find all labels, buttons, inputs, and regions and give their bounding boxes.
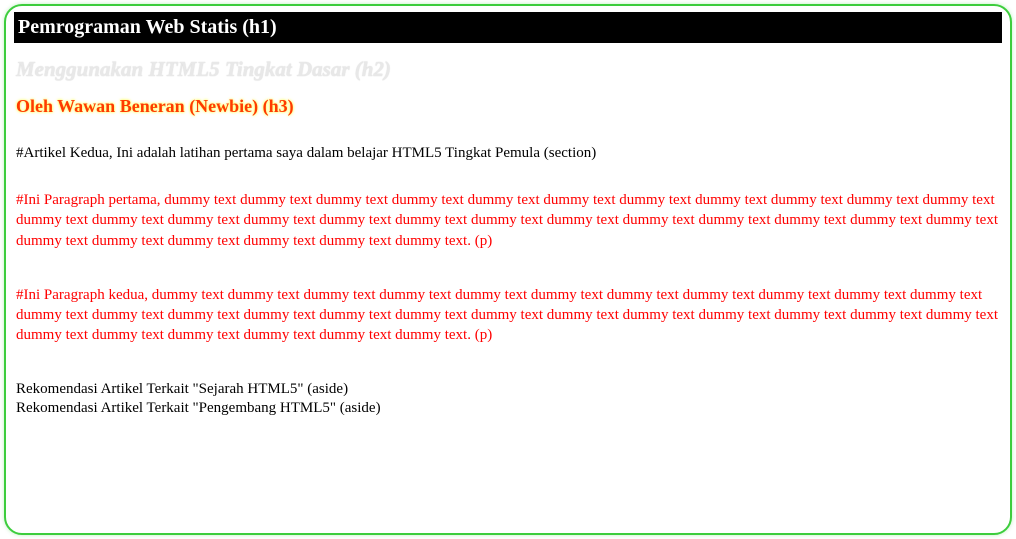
aside-item-1: Rekomendasi Artikel Terkait "Sejarah HTM… [16,380,1002,400]
article-section: #Artikel Kedua, Ini adalah latihan perta… [14,145,1002,162]
paragraph-2: #Ini Paragraph kedua, dummy text dummy t… [14,285,1002,346]
paragraph-1: #Ini Paragraph pertama, dummy text dummy… [14,190,1002,251]
aside-item-2: Rekomendasi Artikel Terkait "Pengembang … [16,399,1002,419]
page-frame: Pemrograman Web Statis (h1) Menggunakan … [4,4,1012,535]
page-title-h1: Pemrograman Web Statis (h1) [14,12,1002,43]
page-author-h3: Oleh Wawan Beneran (Newbie) (h3) [14,96,1002,117]
aside-block: Rekomendasi Artikel Terkait "Sejarah HTM… [14,380,1002,419]
page-subtitle-h2: Menggunakan HTML5 Tingkat Dasar (h2) [14,57,1002,82]
